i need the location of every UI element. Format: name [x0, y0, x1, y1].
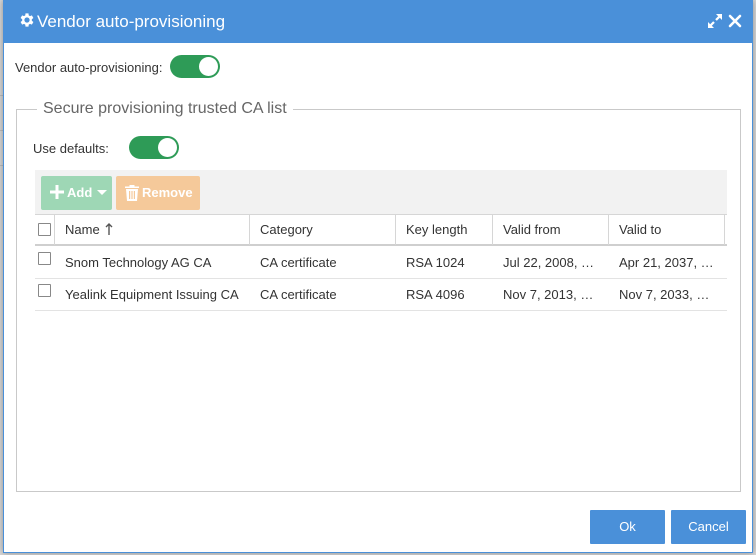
trusted-ca-fieldset: Secure provisioning trusted CA list Use …: [16, 100, 741, 492]
column-header-label: Name: [65, 222, 100, 237]
dialog-title: Vendor auto-provisioning: [37, 12, 226, 31]
trusted-ca-legend: Secure provisioning trusted CA list: [37, 100, 293, 118]
column-header-valid-from[interactable]: Valid from: [493, 215, 609, 245]
chevron-down-icon[interactable]: [97, 190, 107, 195]
add-button-label: Add: [67, 185, 93, 200]
toggle-knob: [199, 57, 218, 76]
dialog-titlebar[interactable]: Vendor auto-provisioning: [4, 1, 752, 43]
trash-icon: [125, 185, 139, 201]
toggle-knob: [158, 138, 177, 157]
vendor-auto-provisioning-toggle[interactable]: [170, 55, 220, 78]
row-checkbox[interactable]: [38, 284, 51, 297]
cell-category: CA certificate: [260, 255, 337, 270]
expand-icon[interactable]: [707, 13, 723, 29]
use-defaults-toggle[interactable]: [129, 136, 179, 159]
sort-ascending-icon: [105, 223, 113, 235]
remove-button[interactable]: Remove: [116, 176, 200, 210]
header-select-all-cell: [35, 215, 55, 245]
cell-name: Snom Technology AG CA: [65, 255, 212, 270]
column-header-category[interactable]: Category: [250, 215, 396, 245]
plus-icon: [50, 185, 64, 199]
ok-button[interactable]: Ok: [590, 510, 665, 544]
row-checkbox[interactable]: [38, 252, 51, 265]
select-all-checkbox[interactable]: [38, 223, 51, 236]
vendor-auto-provisioning-dialog: Vendor auto-provisioning Vendor auto-pro…: [3, 0, 753, 553]
column-header-key-length[interactable]: Key length: [396, 215, 493, 245]
use-defaults-label: Use defaults:: [33, 141, 109, 156]
table-row[interactable]: Yealink Equipment Issuing CA CA certific…: [35, 279, 727, 311]
remove-button-label: Remove: [142, 185, 193, 200]
ca-table: Name Category Key length Valid from Vali…: [35, 214, 727, 480]
cell-key-length: RSA 4096: [406, 287, 465, 302]
cell-key-length: RSA 1024: [406, 255, 465, 270]
close-icon[interactable]: [727, 13, 743, 29]
cell-name: Yealink Equipment Issuing CA: [65, 287, 239, 302]
vendor-auto-provisioning-label: Vendor auto-provisioning:: [15, 60, 163, 75]
column-header-valid-to[interactable]: Valid to: [609, 215, 725, 245]
gear-icon: [20, 13, 34, 27]
table-row[interactable]: Snom Technology AG CA CA certificate RSA…: [35, 247, 727, 279]
table-header: Name Category Key length Valid from Vali…: [35, 214, 727, 246]
cell-valid-to: Apr 21, 2037, …: [619, 255, 714, 270]
cancel-button[interactable]: Cancel: [671, 510, 746, 544]
cell-valid-from: Nov 7, 2013, …: [503, 287, 594, 302]
cell-valid-to: Nov 7, 2033, …: [619, 287, 710, 302]
cell-category: CA certificate: [260, 287, 337, 302]
column-header-name[interactable]: Name: [55, 215, 250, 245]
ca-grid: Add Remove Name Category Key length Vali…: [35, 170, 727, 480]
cell-valid-from: Jul 22, 2008, …: [503, 255, 595, 270]
add-button[interactable]: Add: [41, 176, 112, 210]
